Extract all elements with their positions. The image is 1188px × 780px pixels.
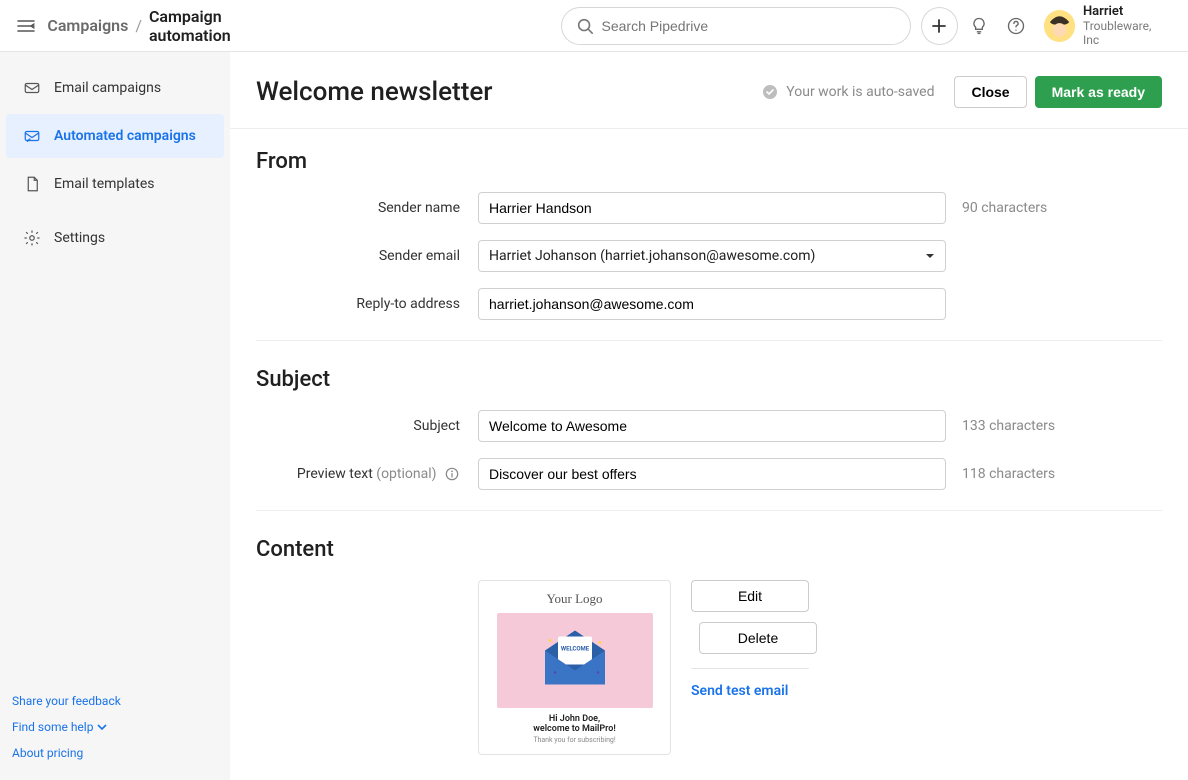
preview-text-input[interactable] (478, 458, 946, 490)
user-menu[interactable]: Harriet Troubleware, Inc (1044, 4, 1168, 47)
preview-hint: 118 characters (962, 466, 1055, 482)
user-name: Harriet (1083, 4, 1168, 19)
question-circle-icon (1006, 16, 1026, 36)
template-logo-text: Your Logo (546, 591, 602, 607)
feedback-link[interactable]: Share your feedback (0, 688, 230, 714)
mark-ready-button[interactable]: Mark as ready (1035, 76, 1162, 108)
lightbulb-icon (969, 16, 989, 36)
automation-icon (22, 126, 42, 146)
sidebar-item-label: Email templates (54, 176, 155, 192)
reply-to-label: Reply-to address (256, 296, 478, 312)
delete-template-button[interactable]: Delete (699, 622, 817, 654)
reply-to-input[interactable] (478, 288, 946, 320)
send-test-email-link[interactable]: Send test email (691, 683, 809, 699)
plus-icon (931, 18, 947, 34)
section-heading-subject: Subject (256, 367, 1162, 392)
user-org: Troubleware, Inc (1083, 19, 1168, 47)
section-heading-content: Content (256, 537, 1162, 562)
sidebar: Email campaigns Automated campaigns Emai… (0, 52, 230, 780)
sender-email-label: Sender email (256, 248, 478, 264)
pricing-link[interactable]: About pricing (0, 740, 230, 766)
sidebar-item-label: Settings (54, 230, 105, 246)
autosave-status: Your work is auto-saved (762, 84, 934, 100)
template-preview-card[interactable]: Your Logo WELCOME Hi John Doe,welcome to (478, 580, 671, 755)
breadcrumb-current: Campaign automation (149, 7, 301, 45)
envelope-icon (22, 78, 42, 98)
template-icon (22, 174, 42, 194)
topbar: Campaigns / Campaign automation Harriet … (0, 0, 1188, 52)
sidebar-item-settings[interactable]: Settings (6, 216, 224, 260)
template-greeting: Hi John Doe,welcome to MailPro! (533, 714, 616, 734)
sender-name-input[interactable] (478, 192, 946, 224)
sender-name-hint: 90 characters (962, 200, 1047, 216)
chevron-down-icon (925, 251, 935, 261)
subject-hint: 133 characters (962, 418, 1055, 434)
sidebar-item-email-campaigns[interactable]: Email campaigns (6, 66, 224, 110)
actions-divider (691, 668, 809, 669)
breadcrumb: Campaigns / Campaign automation (47, 7, 300, 45)
template-preview-image: WELCOME (497, 613, 653, 708)
sidebar-item-label: Automated campaigns (54, 128, 196, 144)
search-icon (576, 17, 594, 35)
search-input[interactable] (602, 18, 896, 34)
sender-name-label: Sender name (256, 200, 478, 216)
breadcrumb-separator: / (135, 16, 142, 35)
subject-input[interactable] (478, 410, 946, 442)
add-button[interactable] (921, 7, 958, 45)
help-link-label: Find some help (12, 720, 93, 734)
svg-text:WELCOME: WELCOME (560, 645, 589, 652)
menu-toggle-button[interactable] (14, 14, 37, 38)
welcome-envelope-icon: WELCOME (530, 622, 620, 692)
section-heading-from: From (256, 149, 1162, 174)
template-thanks: Thank you for subscribing! (533, 736, 615, 744)
search-input-wrapper[interactable] (561, 7, 911, 45)
close-button[interactable]: Close (954, 76, 1026, 108)
breadcrumb-root[interactable]: Campaigns (47, 16, 128, 35)
edit-template-button[interactable]: Edit (691, 580, 809, 612)
autosave-text: Your work is auto-saved (786, 84, 934, 100)
tips-button[interactable] (964, 10, 995, 42)
sender-email-select[interactable]: Harriet Johanson (harriet.johanson@aweso… (478, 240, 946, 272)
sidebar-item-label: Email campaigns (54, 80, 161, 96)
page-title: Welcome newsletter (256, 77, 492, 107)
chevron-down-icon (97, 722, 107, 732)
menu-icon (16, 16, 36, 36)
gear-icon (22, 228, 42, 248)
info-icon[interactable] (444, 466, 460, 482)
avatar (1044, 10, 1075, 42)
sidebar-item-email-templates[interactable]: Email templates (6, 162, 224, 206)
sender-email-value: Harriet Johanson (harriet.johanson@aweso… (489, 248, 815, 264)
check-circle-icon (762, 84, 778, 100)
sidebar-item-automated-campaigns[interactable]: Automated campaigns (6, 114, 224, 158)
preview-text-label: Preview text (optional) (256, 466, 478, 482)
main-content: Welcome newsletter Your work is auto-sav… (230, 52, 1188, 780)
help-link[interactable]: Find some help (0, 714, 230, 740)
help-button[interactable] (1001, 10, 1032, 42)
subject-label: Subject (256, 418, 478, 434)
